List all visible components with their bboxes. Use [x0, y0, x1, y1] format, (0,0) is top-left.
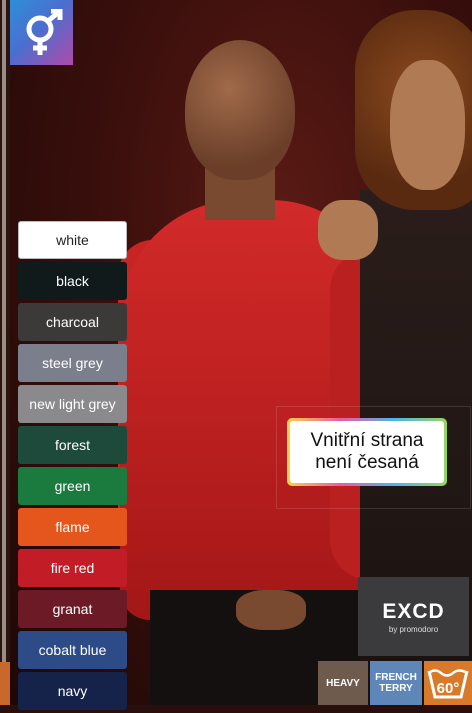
man-hand [236, 590, 306, 630]
woman-face [390, 60, 465, 190]
brand-subtitle: by promodoro [388, 624, 439, 634]
inner-side-callout: Vnitřní strana není česaná [287, 418, 447, 486]
wash-60-tag: 60° [424, 661, 472, 705]
color-swatch-white: white [18, 221, 127, 259]
man-head [185, 40, 295, 180]
woman-hand [318, 200, 378, 260]
color-swatch-new-light-grey: new light grey [18, 385, 127, 423]
color-swatch-cobalt-blue: cobalt blue [18, 631, 127, 669]
french-terry-line-1: FRENCH [375, 672, 417, 683]
french-terry-tag: FRENCH TERRY [370, 661, 422, 705]
color-swatch-granat: granat [18, 590, 127, 628]
color-swatch-black: black [18, 262, 127, 300]
heavy-tag: HEAVY [318, 661, 368, 705]
color-swatch-flame: flame [18, 508, 127, 546]
color-swatch-fire-red: fire red [18, 549, 127, 587]
wash-temperature: 60° [437, 680, 460, 697]
color-swatch-green: green [18, 467, 127, 505]
male-female-symbol-icon [26, 8, 62, 55]
color-swatch-charcoal: charcoal [18, 303, 127, 341]
callout-line-2: není česaná [315, 452, 419, 473]
color-swatch-navy: navy [18, 672, 127, 710]
left-page-edge [0, 0, 10, 705]
unisex-badge [10, 0, 73, 65]
color-swatch-steel-grey: steel grey [18, 344, 127, 382]
callout-line-1: Vnitřní strana [310, 430, 424, 451]
wash-tub-icon: 60° [427, 669, 469, 699]
french-terry-line-2: TERRY [379, 683, 413, 694]
left-edge-tag [0, 662, 10, 705]
brand-logo: EXCD by promodoro [358, 577, 469, 656]
color-swatch-forest: forest [18, 426, 127, 464]
brand-logo-text: EXCD [382, 599, 445, 623]
color-swatch-list: white black charcoal steel grey new light gr… [18, 221, 127, 713]
